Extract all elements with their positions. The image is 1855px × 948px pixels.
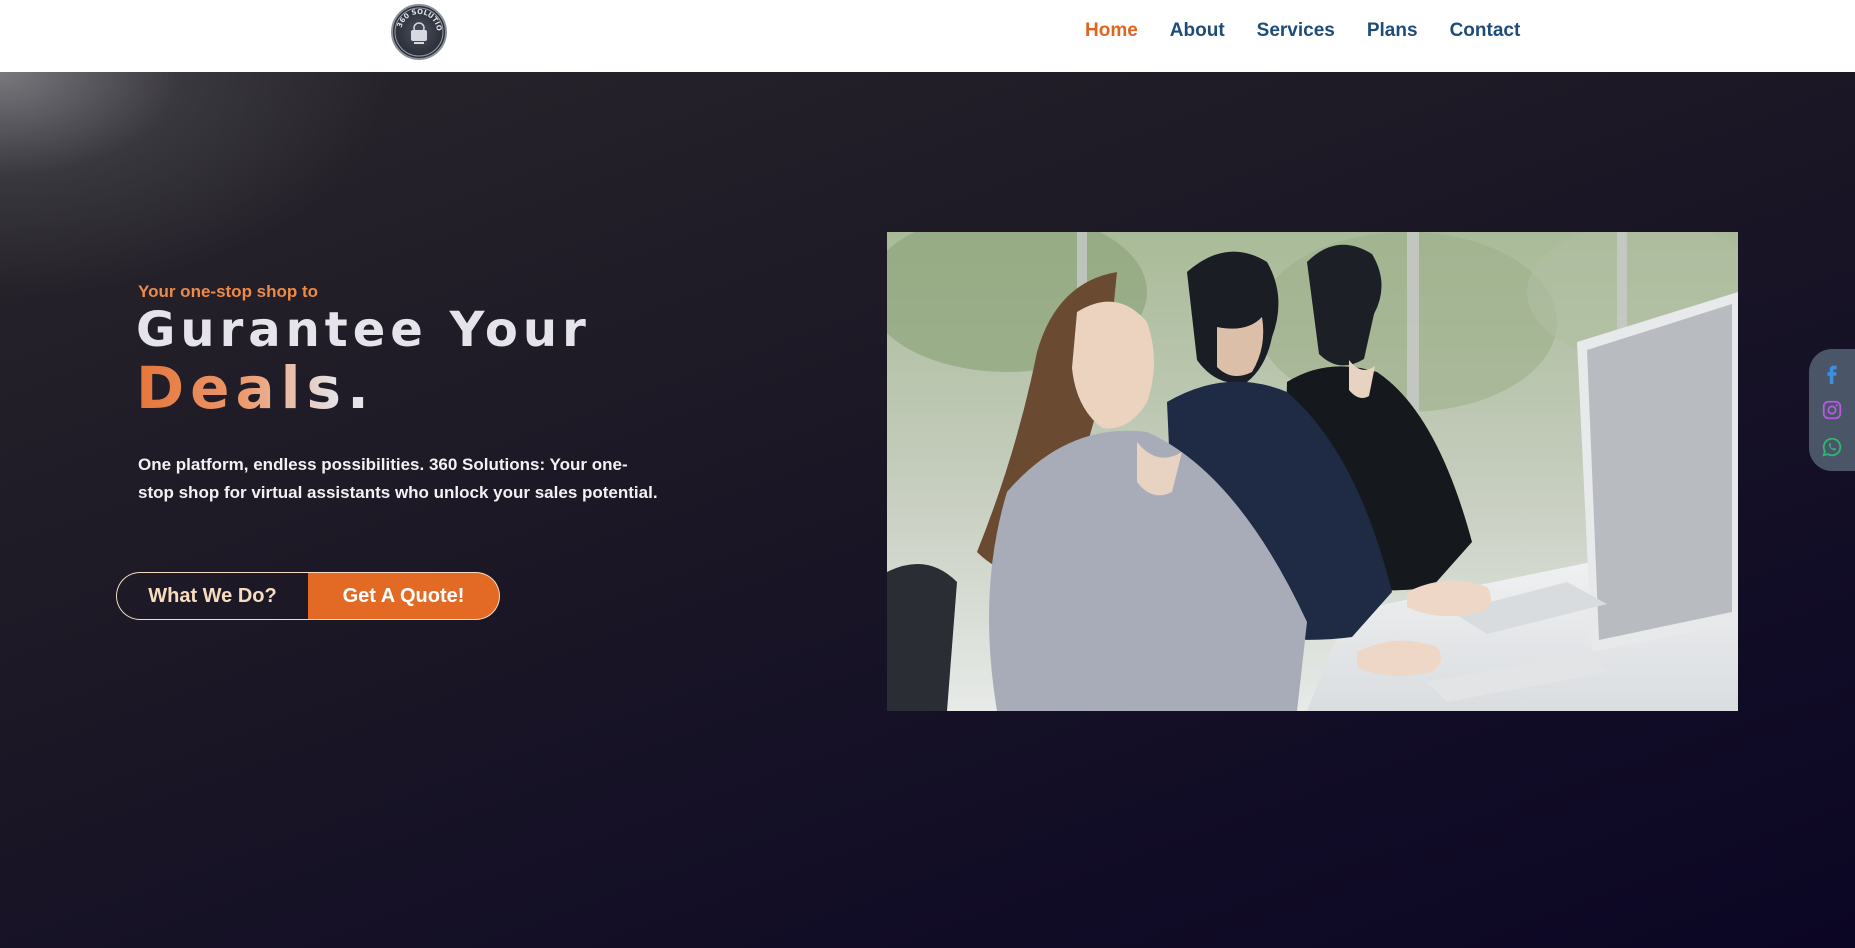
what-we-do-button[interactable]: What We Do?: [116, 572, 308, 620]
hero-tagline: Your one-stop shop to: [138, 282, 319, 301]
instagram-icon[interactable]: [1819, 397, 1845, 423]
hero-headline: Gurantee Your: [136, 302, 591, 358]
logo[interactable]: 360 SOLUTIONS: [391, 4, 447, 60]
get-a-quote-button[interactable]: Get A Quote!: [308, 572, 500, 620]
hero-headline-accent: Deals.: [136, 354, 376, 422]
call-center-agents-photo: [887, 232, 1738, 711]
svg-text:360 SOLUTIONS: 360 SOLUTIONS: [393, 6, 443, 32]
nav-item-about[interactable]: About: [1170, 20, 1225, 42]
logo-text: 360 SOLUTIONS: [393, 6, 443, 32]
hero-description: One platform, endless possibilities. 360…: [138, 455, 658, 502]
hero-button-group: What We Do? Get A Quote!: [116, 572, 500, 620]
whatsapp-icon[interactable]: [1819, 434, 1845, 460]
facebook-icon[interactable]: [1819, 360, 1845, 386]
nav-menu: Home About Services Plans Contact: [1085, 20, 1552, 42]
navbar: 360 SOLUTIONS Home About Services Plans …: [0, 0, 1855, 72]
nav-item-contact[interactable]: Contact: [1450, 20, 1521, 42]
nav-item-services[interactable]: Services: [1257, 20, 1335, 42]
nav-item-home[interactable]: Home: [1085, 20, 1138, 42]
nav-item-plans[interactable]: Plans: [1367, 20, 1418, 42]
social-sidebar: [1809, 349, 1855, 471]
